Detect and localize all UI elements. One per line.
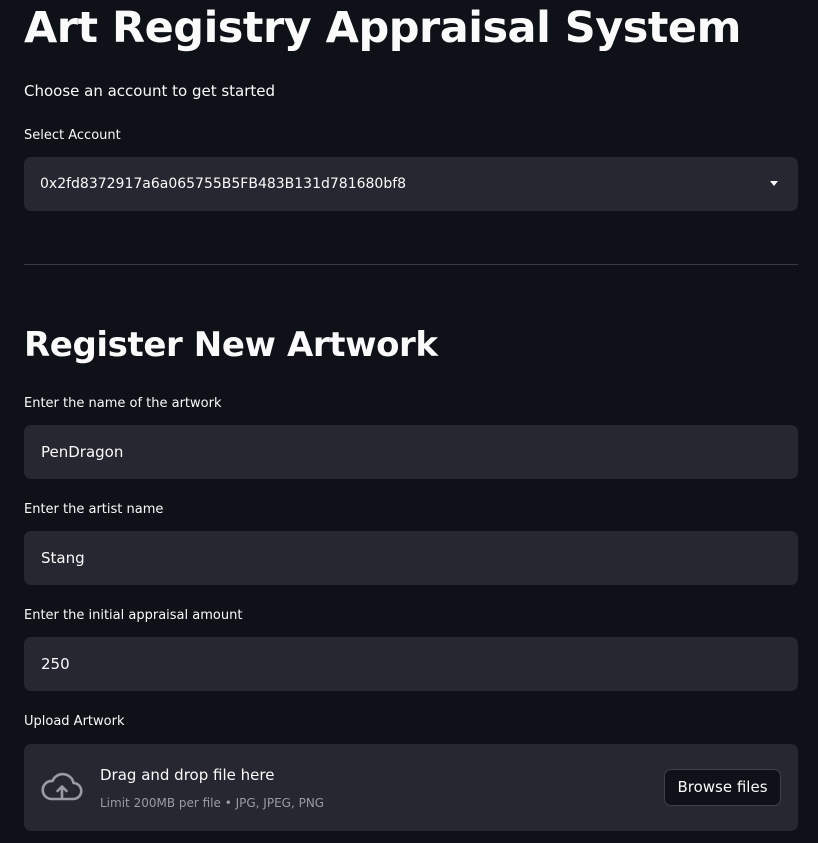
dropzone-hint: Limit 200MB per file • JPG, JPEG, PNG bbox=[100, 796, 325, 810]
register-section-title: Register New Artwork bbox=[24, 325, 438, 365]
account-select-value: 0x2fd8372917a6a065755B5FB483B131d781680b… bbox=[40, 176, 407, 192]
file-dropzone[interactable]: Drag and drop file here Limit 200MB per … bbox=[24, 744, 798, 831]
page-title: Art Registry Appraisal System bbox=[24, 3, 741, 53]
artist-name-value: Stang bbox=[41, 549, 85, 567]
upload-artwork-label: Upload Artwork bbox=[24, 714, 125, 729]
appraisal-amount-input[interactable]: 250 bbox=[24, 637, 798, 691]
cloud-upload-icon bbox=[41, 772, 83, 801]
artist-name-input[interactable]: Stang bbox=[24, 531, 798, 585]
appraisal-amount-label: Enter the initial appraisal amount bbox=[24, 608, 243, 623]
chevron-down-icon[interactable] bbox=[770, 181, 778, 186]
artwork-name-label: Enter the name of the artwork bbox=[24, 396, 222, 411]
account-select-label: Select Account bbox=[24, 128, 121, 143]
appraisal-amount-value: 250 bbox=[41, 655, 70, 673]
section-divider bbox=[24, 264, 798, 265]
artwork-name-input[interactable]: PenDragon bbox=[24, 425, 798, 479]
dropzone-title: Drag and drop file here bbox=[100, 766, 275, 784]
app-page: Art Registry Appraisal System Choose an … bbox=[0, 0, 818, 843]
artist-name-label: Enter the artist name bbox=[24, 502, 164, 517]
page-subtitle: Choose an account to get started bbox=[24, 82, 276, 100]
account-select[interactable]: 0x2fd8372917a6a065755B5FB483B131d781680b… bbox=[24, 157, 798, 211]
browse-files-button[interactable]: Browse files bbox=[664, 769, 781, 806]
artwork-name-value: PenDragon bbox=[41, 443, 124, 461]
